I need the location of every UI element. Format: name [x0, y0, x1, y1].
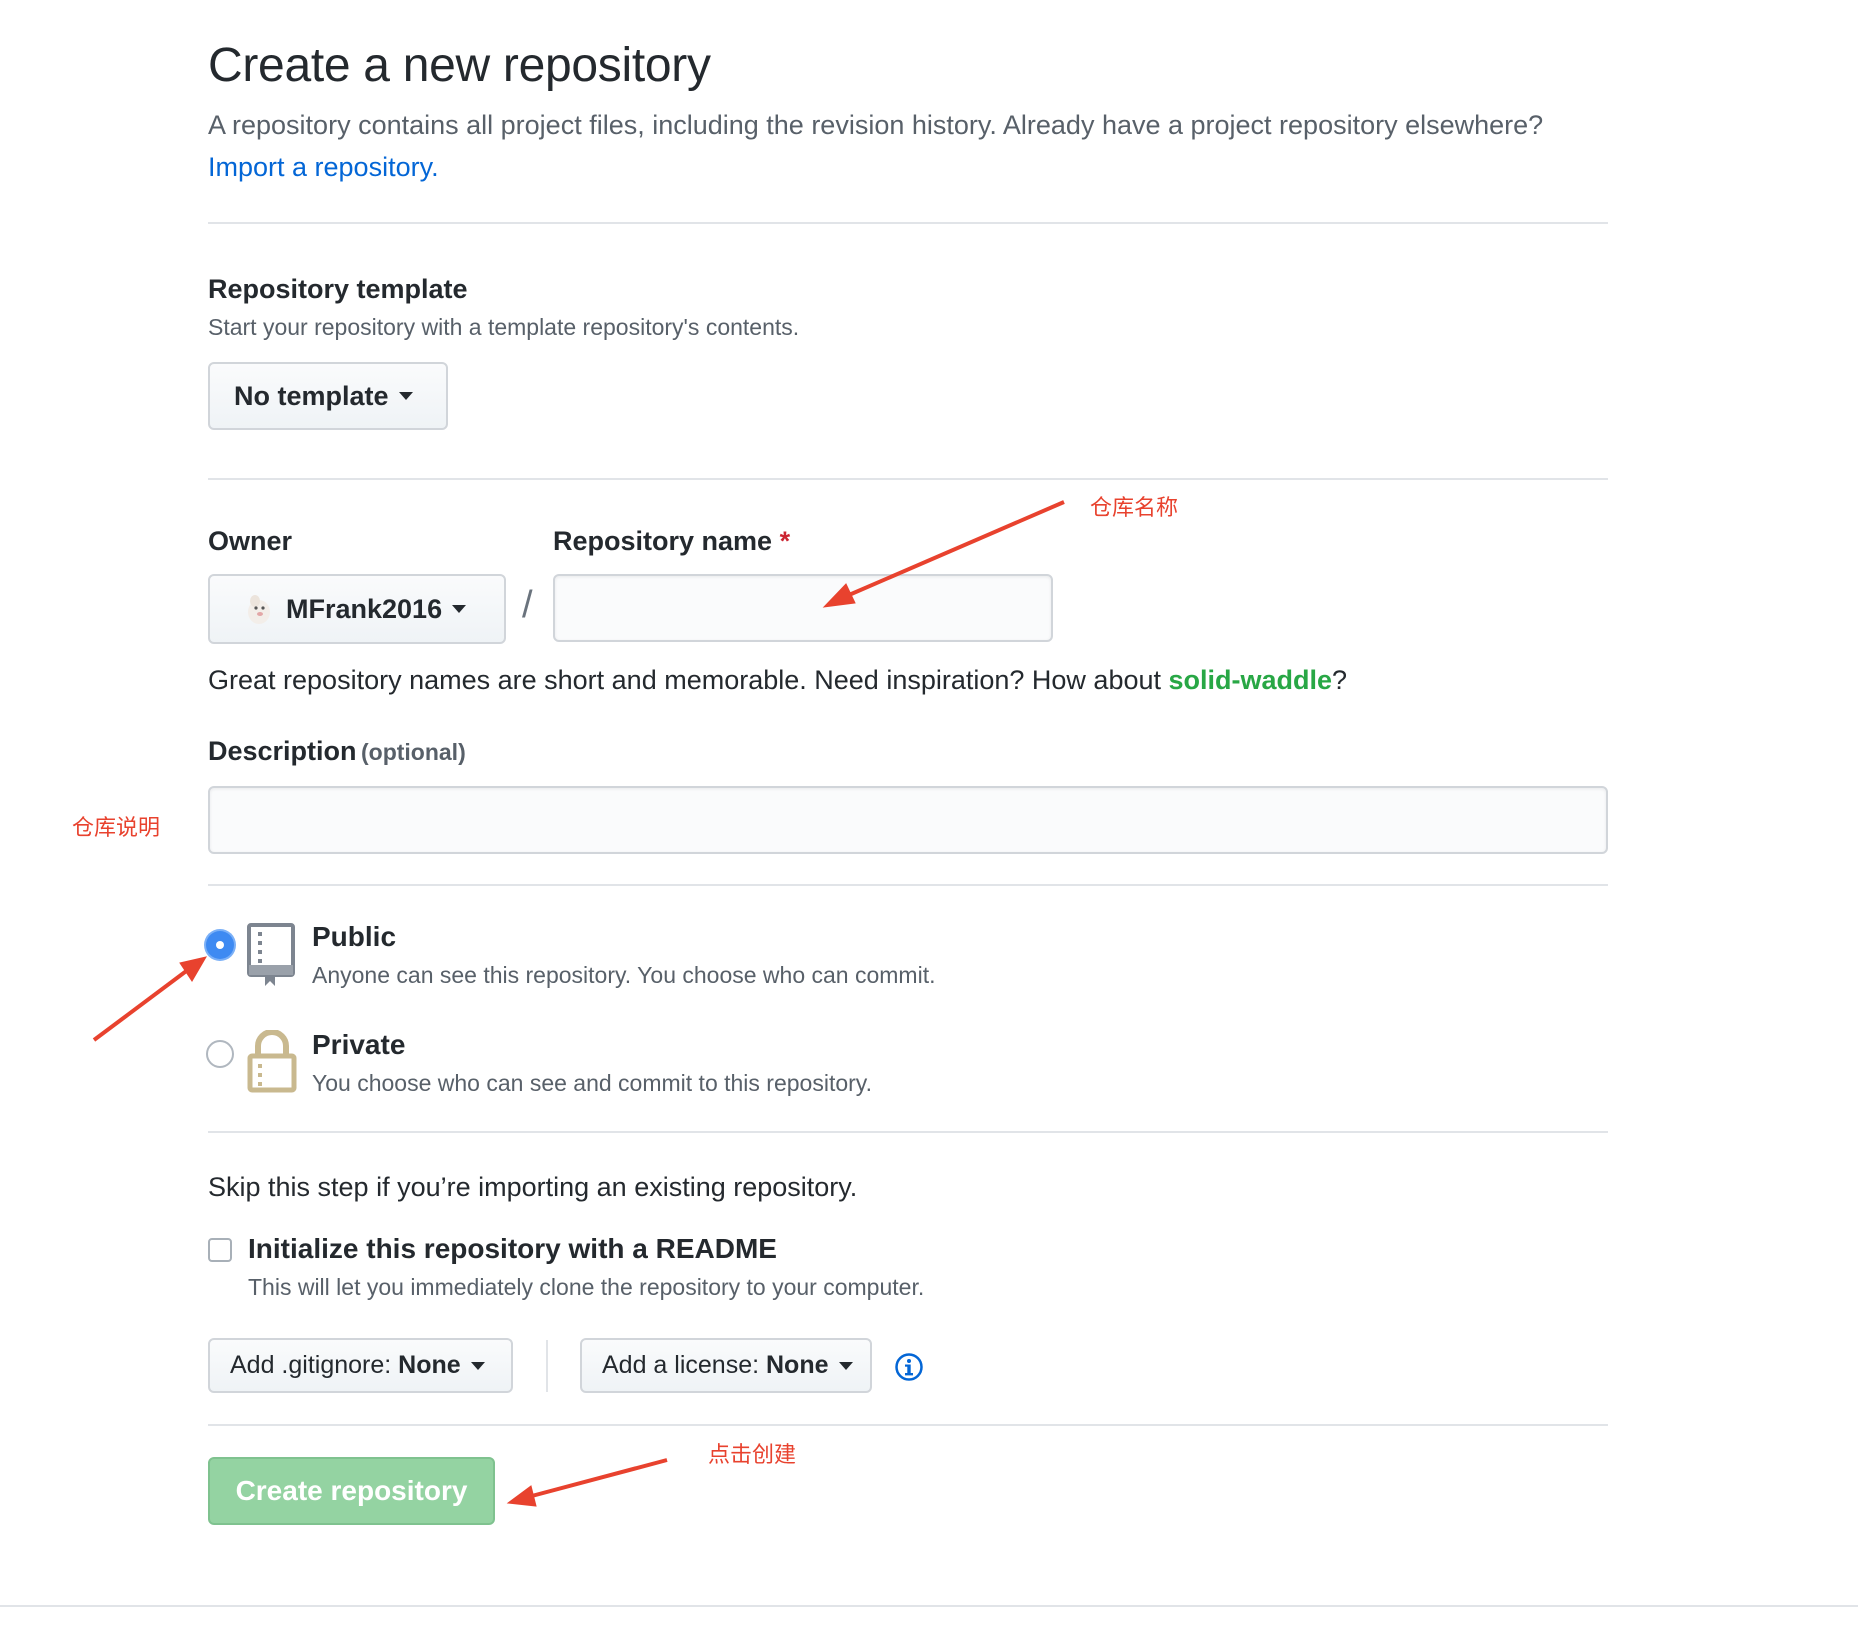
owner-label: Owner	[208, 526, 293, 556]
arrow-to-public-radio	[92, 956, 208, 1042]
required-mark: *	[779, 526, 791, 556]
template-label: Repository template	[208, 274, 468, 304]
divider	[208, 478, 1608, 480]
repo-name-label: Repository name *	[553, 526, 790, 557]
description-label-text: Description	[208, 736, 357, 766]
annotation-repo-name: 仓库名称	[1090, 496, 1179, 521]
chevron-down-icon	[838, 1361, 853, 1370]
public-radio[interactable]	[206, 931, 234, 959]
divider	[208, 884, 1608, 886]
dropdown-divider	[546, 1340, 548, 1392]
gitignore-dropdown[interactable]: Add .gitignore: None	[208, 1338, 513, 1393]
name-hint-suffix: ?	[1332, 665, 1348, 695]
private-desc: You choose who can see and commit to thi…	[312, 1070, 872, 1096]
gitignore-prefix: Add .gitignore:	[230, 1351, 392, 1379]
license-prefix: Add a license:	[602, 1351, 760, 1379]
readme-label[interactable]: Initialize this repository with a README	[248, 1233, 777, 1265]
name-hint-text: Great repository names are short and mem…	[208, 665, 1161, 695]
import-repository-link[interactable]: Import a repository.	[208, 152, 439, 182]
name-hint: Great repository names are short and mem…	[208, 665, 1347, 696]
chevron-down-icon	[470, 1361, 485, 1370]
info-icon[interactable]	[894, 1352, 924, 1387]
divider	[208, 222, 1608, 224]
name-suggestion-link[interactable]: solid-waddle	[1169, 665, 1333, 695]
repo-book-icon	[246, 922, 298, 993]
owner-dropdown[interactable]: MFrank2016	[208, 574, 506, 644]
owner-repo-separator: /	[522, 584, 533, 626]
divider	[208, 1131, 1608, 1133]
chevron-down-icon	[452, 605, 467, 613]
template-dropdown[interactable]: No template	[208, 362, 448, 430]
template-help: Start your repository with a template re…	[208, 314, 800, 340]
description-label: Description (optional)	[208, 736, 466, 767]
template-dropdown-label: No template	[234, 380, 389, 411]
repo-name-label-text: Repository name	[553, 526, 773, 556]
optional-note: (optional)	[360, 739, 466, 765]
public-desc: Anyone can see this repository. You choo…	[312, 962, 936, 988]
private-title: Private	[312, 1029, 406, 1060]
subtitle-text: A repository contains all project files,…	[208, 110, 1544, 140]
readme-desc: This will let you immediately clone the …	[248, 1274, 925, 1300]
license-value: None	[766, 1351, 829, 1379]
public-title: Public	[312, 921, 397, 952]
skip-note: Skip this step if you’re importing an ex…	[208, 1172, 858, 1202]
page-subtitle: A repository contains all project files,…	[208, 104, 1608, 188]
readme-checkbox[interactable]	[208, 1238, 232, 1262]
private-radio[interactable]	[206, 1040, 234, 1068]
page-title: Create a new repository	[208, 39, 711, 92]
gitignore-value: None	[398, 1351, 461, 1379]
lock-icon	[246, 1029, 298, 1099]
footer-divider	[0, 1605, 1858, 1607]
annotation-description: 仓库说明	[72, 816, 161, 841]
divider	[208, 1424, 1608, 1426]
create-repository-button[interactable]: Create repository	[208, 1457, 495, 1525]
arrow-to-create-button	[506, 1458, 668, 1507]
avatar	[244, 592, 274, 626]
annotation-create: 点击创建	[708, 1443, 797, 1468]
chevron-down-icon	[398, 392, 413, 400]
repository-name-input[interactable]	[553, 574, 1053, 642]
owner-name: MFrank2016	[286, 593, 443, 624]
description-input[interactable]	[208, 786, 1608, 854]
license-dropdown[interactable]: Add a license: None	[580, 1338, 872, 1393]
